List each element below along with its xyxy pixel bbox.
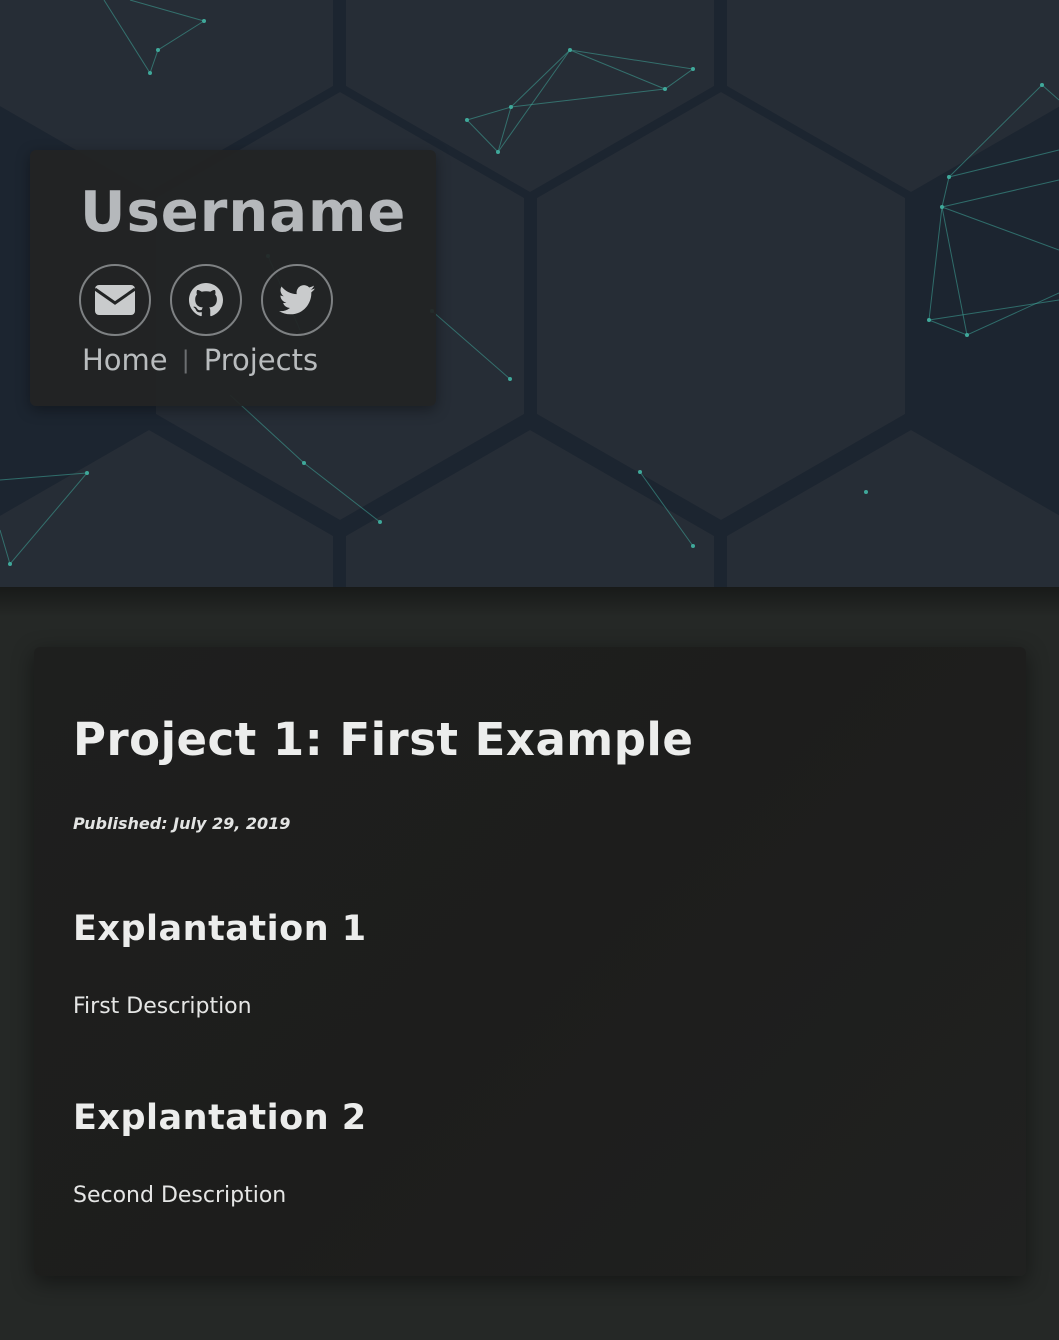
section-text-2: Second Description bbox=[73, 1183, 287, 1208]
github-link[interactable] bbox=[170, 264, 242, 336]
main-nav: Home | Projects bbox=[82, 343, 318, 377]
section-heading-1: Explantation 1 bbox=[73, 909, 367, 949]
nav-home-link[interactable]: Home bbox=[82, 343, 168, 377]
section-text-1: First Description bbox=[73, 994, 252, 1019]
nav-separator: | bbox=[181, 346, 190, 374]
github-icon bbox=[189, 283, 223, 317]
hero-shadow bbox=[0, 587, 1059, 617]
article-title: Project 1: First Example bbox=[73, 713, 694, 766]
published-date: Published: July 29, 2019 bbox=[73, 814, 291, 833]
section-heading-2: Explantation 2 bbox=[73, 1098, 367, 1138]
article-card: Project 1: First Example Published: July… bbox=[34, 647, 1026, 1276]
twitter-link[interactable] bbox=[261, 264, 333, 336]
username-title: Username bbox=[80, 180, 407, 245]
nav-projects-link[interactable]: Projects bbox=[204, 343, 318, 377]
envelope-icon bbox=[95, 285, 135, 315]
email-link[interactable] bbox=[79, 264, 151, 336]
twitter-icon bbox=[279, 285, 315, 315]
profile-card: Username Home | Projects bbox=[30, 150, 436, 406]
page: Username Home | Projects Project 1: Firs… bbox=[0, 0, 1059, 1340]
hero-header: Username Home | Projects bbox=[0, 0, 1059, 587]
